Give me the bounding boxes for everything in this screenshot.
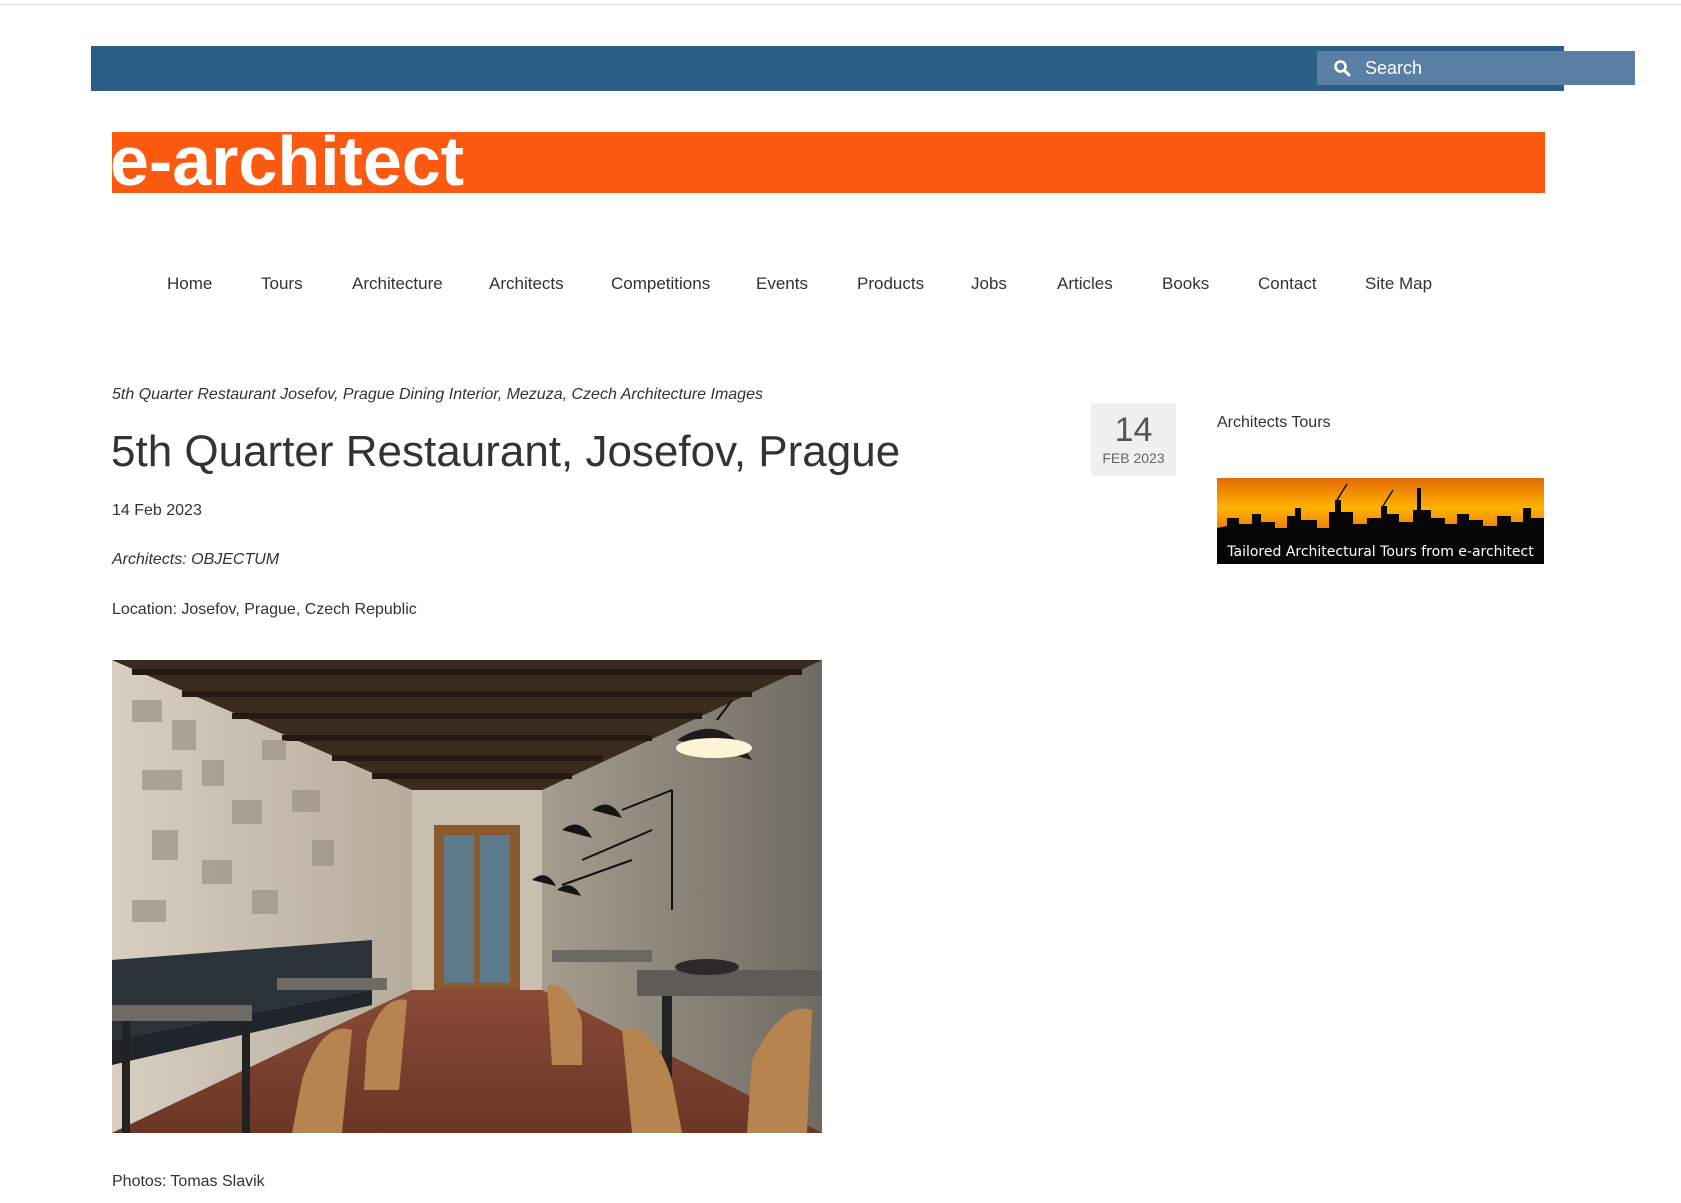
nav-item-contact[interactable]: Contact xyxy=(1258,274,1317,294)
nav-item-tours[interactable]: Tours xyxy=(261,274,303,294)
sidebar-title: Architects Tours xyxy=(1217,414,1331,431)
nav-item-architecture[interactable]: Architecture xyxy=(352,274,443,294)
tours-banner-caption: Tailored Architectural Tours from e-arch… xyxy=(1227,544,1534,560)
top-bar xyxy=(91,46,1635,91)
breadcrumb: 5th Quarter Restaurant Josefov, Prague D… xyxy=(112,386,763,403)
nav-item-site-map[interactable]: Site Map xyxy=(1365,274,1432,294)
date-badge: 14 FEB 2023 xyxy=(1091,403,1176,476)
page-title: 5th Quarter Restaurant, Josefov, Prague xyxy=(111,427,901,476)
main-navigation: Home Tours Architecture Architects Compe… xyxy=(0,274,1681,302)
tours-banner[interactable]: Tailored Architectural Tours from e-arch… xyxy=(1217,478,1544,564)
date-badge-month: FEB 2023 xyxy=(1102,450,1165,466)
site-logo-banner[interactable]: e-architect xyxy=(112,132,1545,193)
nav-item-home[interactable]: Home xyxy=(167,274,212,294)
search-input[interactable] xyxy=(1365,57,1625,79)
architects-line: Architects: OBJECTUM xyxy=(112,551,280,568)
nav-item-articles[interactable]: Articles xyxy=(1057,274,1113,294)
nav-item-products[interactable]: Products xyxy=(857,274,924,294)
restaurant-interior-photo xyxy=(112,660,822,1133)
search-icon[interactable] xyxy=(1333,59,1351,77)
site-logo[interactable]: e-architect xyxy=(112,132,464,193)
search-box[interactable] xyxy=(1317,51,1635,85)
nav-item-books[interactable]: Books xyxy=(1162,274,1209,294)
nav-item-competitions[interactable]: Competitions xyxy=(611,274,710,294)
photo-credit: Photos: Tomas Slavik xyxy=(112,1173,265,1190)
location-line: Location: Josefov, Prague, Czech Republi… xyxy=(112,601,417,618)
top-divider xyxy=(0,4,1681,5)
post-date: 14 Feb 2023 xyxy=(112,502,202,519)
date-badge-day: 14 xyxy=(1114,411,1153,449)
nav-item-jobs[interactable]: Jobs xyxy=(971,274,1007,294)
nav-item-architects[interactable]: Architects xyxy=(489,274,564,294)
nav-item-events[interactable]: Events xyxy=(756,274,808,294)
